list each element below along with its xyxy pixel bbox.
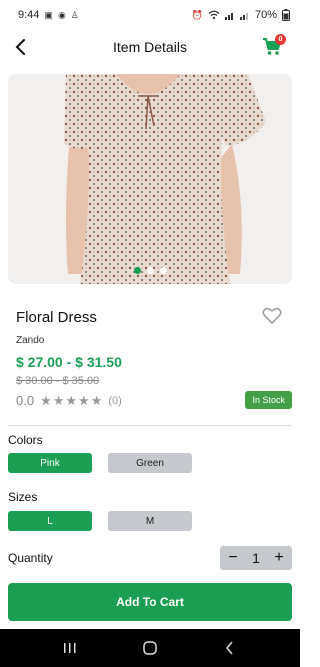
battery-level: 70% xyxy=(254,9,277,21)
home-button[interactable] xyxy=(135,633,165,663)
product-price: $ 27.00 - $ 31.50 xyxy=(16,354,122,370)
wifi-icon xyxy=(208,10,220,20)
messenger-icon: ◉ xyxy=(57,9,66,20)
star-icon: ★ xyxy=(52,393,65,408)
decrement-button[interactable]: − xyxy=(226,550,240,566)
product-brand: Zando xyxy=(16,335,45,346)
rating-count: (0) xyxy=(108,394,122,407)
size-option-l[interactable]: L xyxy=(8,511,92,531)
quantity-value: 1 xyxy=(252,550,260,566)
image-icon: ▣ xyxy=(44,9,53,20)
product-image xyxy=(8,74,292,284)
add-to-cart-button[interactable]: Add To Cart xyxy=(8,583,292,621)
system-nav-bar xyxy=(0,629,300,667)
colors-label: Colors xyxy=(8,433,43,447)
carousel-dot[interactable] xyxy=(146,267,154,274)
signal-icon xyxy=(224,13,233,20)
star-icon: ★ xyxy=(40,393,52,408)
alarm-icon: ⏰ xyxy=(191,9,203,20)
sizes-label: Sizes xyxy=(8,490,38,504)
star-icon: ★ xyxy=(65,393,78,408)
recents-button[interactable] xyxy=(55,633,85,663)
status-bar: 9:44 ▣ ◉ ♙ ⏰ 70% xyxy=(0,0,300,30)
product-old-price: $ 30.00 - $ 35.00 xyxy=(16,375,100,387)
divider xyxy=(8,425,292,426)
rating-value: 0.0 xyxy=(16,393,35,408)
chevron-left-icon xyxy=(226,641,233,655)
star-icon: ★ xyxy=(90,393,103,408)
battery-icon xyxy=(282,9,290,21)
star-icon: ★ xyxy=(78,393,90,408)
quantity-label: Quantity xyxy=(8,551,53,565)
status-time: 9:44 xyxy=(18,9,40,21)
color-option-green[interactable]: Green xyxy=(108,453,192,473)
snapchat-icon: ♙ xyxy=(70,9,79,20)
quantity-stepper: − 1 + xyxy=(220,546,292,570)
rating-row: 0.0 ★ ★ ★ ★ ★ (0) xyxy=(16,393,122,408)
back-button[interactable] xyxy=(8,34,34,60)
color-option-pink[interactable]: Pink xyxy=(8,453,92,473)
signal-icon xyxy=(239,13,248,20)
heart-icon xyxy=(262,307,282,324)
status-right: ⏰ 70% xyxy=(192,9,290,21)
status-left: 9:44 ▣ ◉ ♙ xyxy=(18,9,79,21)
rating-stars: ★ ★ ★ ★ ★ xyxy=(40,394,102,407)
page-title: Item Details xyxy=(113,39,187,55)
product-image-carousel[interactable] xyxy=(8,74,292,284)
carousel-dot[interactable] xyxy=(159,267,167,274)
system-back-button[interactable] xyxy=(215,633,245,663)
home-icon xyxy=(143,641,157,655)
carousel-dots xyxy=(8,267,292,274)
stock-status-badge: In Stock xyxy=(245,391,292,409)
favorite-button[interactable] xyxy=(262,307,284,329)
size-option-m[interactable]: M xyxy=(108,511,192,531)
carousel-dot[interactable] xyxy=(133,267,141,274)
recents-icon xyxy=(64,643,76,653)
cart-button[interactable]: 0 xyxy=(258,33,286,61)
app-header: Item Details 0 xyxy=(0,30,300,64)
product-name: Floral Dress xyxy=(16,309,97,326)
increment-button[interactable]: + xyxy=(272,550,286,566)
arrow-left-icon xyxy=(15,39,25,55)
cart-count-badge: 0 xyxy=(275,34,286,45)
